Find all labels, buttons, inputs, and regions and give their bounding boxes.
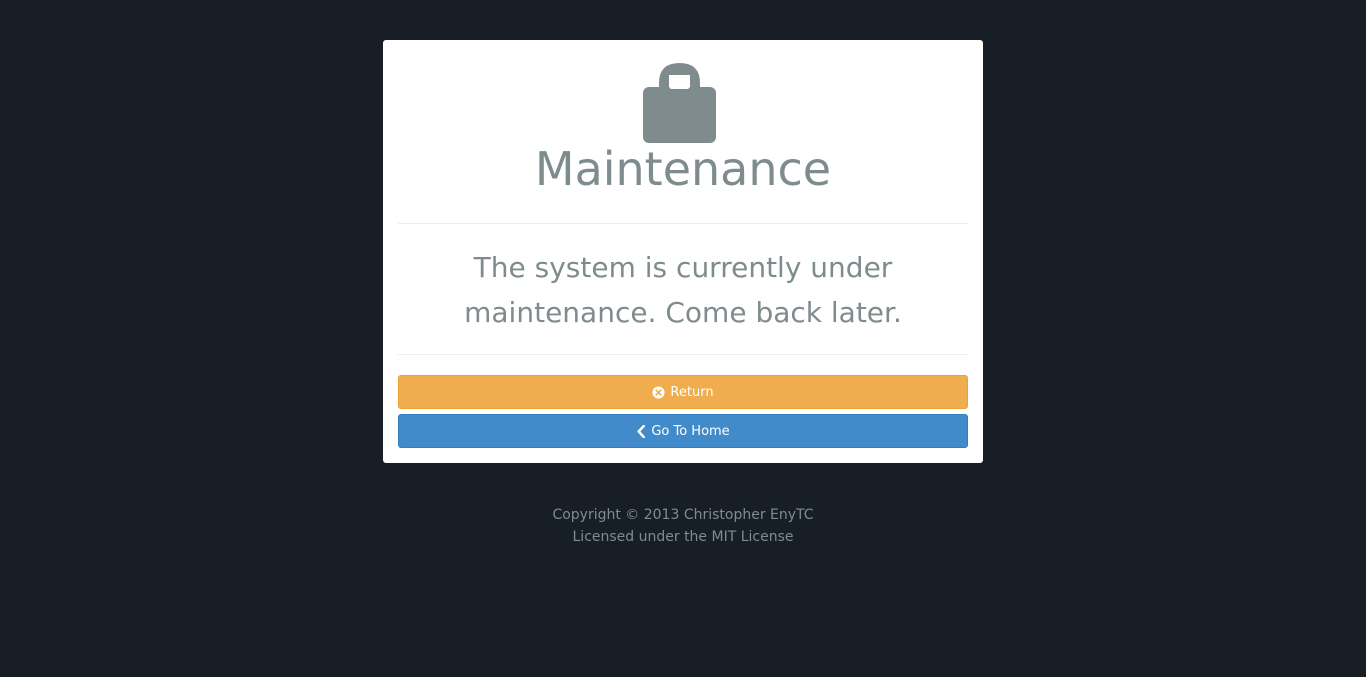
- page-title: Maintenance: [534, 142, 832, 196]
- maintenance-message: The system is currently under maintenanc…: [464, 251, 902, 329]
- divider-bottom: [398, 354, 968, 355]
- return-button-label: Return: [670, 384, 714, 400]
- license-text: Licensed under the MIT License: [572, 529, 794, 545]
- go-home-button-label: Go To Home: [651, 423, 730, 439]
- footer: Copyright © 2013 Christopher EnyTC Licen…: [383, 504, 983, 548]
- divider-top: [398, 223, 968, 224]
- lock-icon: [643, 63, 716, 143]
- copyright-text: Copyright © 2013 Christopher EnyTC: [552, 507, 814, 523]
- chevron-left-icon: [636, 424, 646, 438]
- go-home-button[interactable]: Go To Home: [398, 414, 968, 448]
- maintenance-card: Maintenance The system is currently unde…: [383, 40, 983, 463]
- return-button[interactable]: Return: [398, 375, 968, 409]
- circle-x-icon: [652, 385, 665, 399]
